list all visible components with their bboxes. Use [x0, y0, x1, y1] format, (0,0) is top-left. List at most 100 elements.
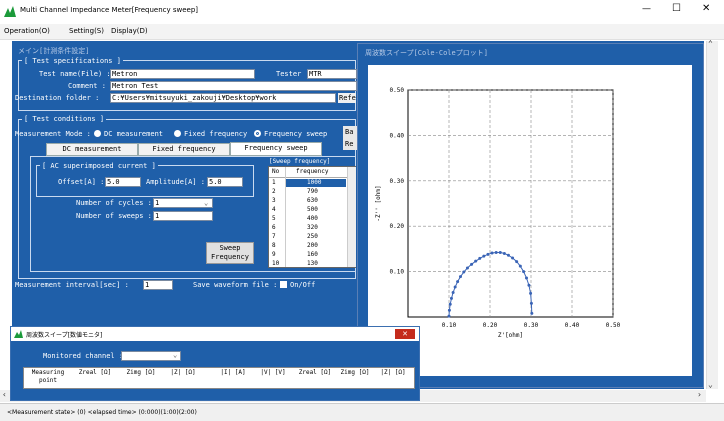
scroll-left-icon[interactable]: ‹	[2, 390, 7, 399]
reference-button[interactable]: Refe	[338, 93, 356, 103]
table-row-frequency[interactable]: 630	[307, 197, 318, 205]
table-row-no: 7	[272, 233, 276, 240]
table-row-frequency[interactable]: 400	[307, 215, 318, 223]
x-tick-label: 0.50	[606, 322, 621, 329]
monitor-window: 周波数スイープ[数値モニタ] ✕ Monitored channel : ⌄ M…	[10, 326, 420, 401]
x-tick-label: 0.30	[524, 322, 539, 329]
scroll-down-icon[interactable]: ⌄	[708, 380, 713, 389]
table-row-frequency[interactable]: 200	[307, 242, 318, 250]
x-tick-label: 0.20	[483, 322, 498, 329]
dest-label: Destination folder :	[15, 94, 100, 102]
mode-sweep-label: Frequency sweep	[264, 130, 328, 138]
table-row-no: 10	[272, 260, 280, 267]
file-label: Test name(File) :	[39, 70, 111, 78]
monitor-column-header: |Z| [Ω]	[170, 369, 196, 376]
minimize-button[interactable]: —	[642, 4, 651, 14]
table-scrollbar[interactable]	[347, 167, 356, 267]
data-point	[453, 285, 457, 289]
x-tick-label: 0.10	[442, 322, 457, 329]
vertical-scrollbar[interactable]	[706, 41, 718, 389]
monitor-app-icon	[14, 330, 23, 338]
mode-fixed-label: Fixed frequency	[184, 130, 248, 138]
tester-input[interactable]: MTR	[307, 69, 357, 79]
data-point	[502, 251, 506, 255]
table-header-divider	[269, 177, 347, 178]
status-bar: <Measurement state> (0) <elapsed time> (…	[0, 403, 724, 421]
table-header-frequency: frequency	[296, 168, 329, 175]
tab-dc[interactable]: DC measurement	[46, 143, 138, 156]
scroll-right-icon[interactable]: ›	[697, 390, 702, 399]
sweep-frequency-table[interactable]: No frequency 1 1000 2 790 3 630 4 500 5 400 6 320 7 2…	[268, 166, 356, 268]
table-row-frequency[interactable]: 320	[307, 224, 318, 232]
data-point	[518, 264, 522, 268]
y-tick-label: 0.10	[390, 269, 405, 276]
plot-area	[407, 89, 614, 318]
y-tick-label: 0.40	[390, 132, 405, 139]
data-point	[486, 252, 490, 256]
window-title: Multi Channel Impedance Meter[Frequency …	[20, 6, 199, 14]
status-text: <Measurement state> (0) <elapsed time> (…	[7, 409, 197, 416]
mode-dc-radio[interactable]	[94, 130, 101, 137]
sweeps-input[interactable]: 1	[153, 211, 213, 221]
sweep-button-line2: Frequency	[211, 253, 249, 261]
data-point	[511, 256, 515, 260]
ac-group-title: [ AC superimposed current ]	[40, 162, 158, 170]
interval-input[interactable]: 1	[143, 280, 173, 290]
scroll-up-icon[interactable]: ⌃	[708, 39, 713, 48]
maximize-button[interactable]: ☐	[672, 3, 681, 14]
monitor-column-header: Zreal [Ω]	[78, 369, 112, 376]
data-point	[474, 259, 478, 263]
data-point	[462, 270, 466, 274]
monitor-column-header: |Z| [Ω]	[380, 369, 406, 376]
table-row-frequency[interactable]: 1000	[307, 179, 321, 187]
save-value: On/Off	[290, 281, 316, 289]
chevron-down-icon: ⌄	[204, 199, 209, 207]
monitor-close-button[interactable]: ✕	[395, 329, 415, 339]
table-row-frequency[interactable]: 130	[307, 260, 318, 268]
table-row-frequency[interactable]: 250	[307, 233, 318, 241]
y-axis-label: -Z'' [ohm]	[375, 185, 382, 221]
menu-display[interactable]: Display(D)	[111, 27, 148, 35]
close-button[interactable]: ✕	[702, 3, 710, 14]
data-point	[494, 251, 498, 255]
file-input[interactable]: Metron	[110, 69, 255, 79]
mode-fixed-radio[interactable]	[174, 130, 181, 137]
menu-setting[interactable]: Setting(S)	[69, 27, 104, 35]
table-row-no: 6	[272, 224, 276, 231]
sweep-table-title: [Sweep frequency]	[269, 158, 331, 165]
x-tick-label: 0.40	[565, 322, 580, 329]
data-point	[478, 256, 482, 260]
amplitude-input[interactable]: 5.0	[207, 177, 243, 187]
table-row-no: 5	[272, 215, 276, 222]
table-row-no: 8	[272, 242, 276, 249]
test-spec-title: [ Test specifications ]	[22, 57, 123, 65]
data-point	[527, 283, 531, 287]
menu-operation[interactable]: Operation(O)	[4, 27, 50, 35]
data-point	[449, 296, 453, 300]
tab-fixed[interactable]: Fixed frequency	[138, 143, 230, 156]
table-row-frequency[interactable]: 790	[307, 188, 318, 196]
title-bar: Multi Channel Impedance Meter[Frequency …	[0, 0, 724, 24]
mode-dc-label: DC measurement	[104, 130, 164, 138]
data-point	[515, 260, 519, 264]
tab-sweep[interactable]: Frequency sweep	[230, 142, 322, 156]
save-checkbox[interactable]	[280, 281, 287, 288]
table-header-no: No	[272, 168, 280, 175]
table-row-frequency[interactable]: 500	[307, 206, 318, 214]
sweep-frequency-button[interactable]: Sweep Frequency	[206, 242, 254, 264]
table-row-frequency[interactable]: 160	[307, 251, 318, 259]
mode-sweep-radio[interactable]	[254, 130, 261, 137]
monitor-column-header: Zreal [Ω]	[298, 369, 332, 376]
data-point	[522, 270, 526, 274]
table-row-no: 9	[272, 251, 276, 258]
main-window-label: メイン[計測条件設定]	[18, 47, 90, 55]
monitor-column-header: |I| [A]	[220, 369, 246, 376]
dest-input[interactable]: C:¥Users¥mitsuyuki_zakouji¥Desktop¥work	[110, 93, 336, 103]
comment-input[interactable]: Metron Test	[110, 81, 357, 91]
monitor-column-header: Measuring point	[31, 369, 65, 384]
offset-input[interactable]: 5.0	[105, 177, 141, 187]
menu-bar: Operation(O) Setting(S) Display(D)	[0, 24, 724, 40]
data-point	[529, 291, 533, 295]
cole-cole-title: 周波数スイープ[Cole-Coleプロット]	[365, 49, 488, 57]
monitor-channel-select[interactable]	[121, 351, 181, 361]
